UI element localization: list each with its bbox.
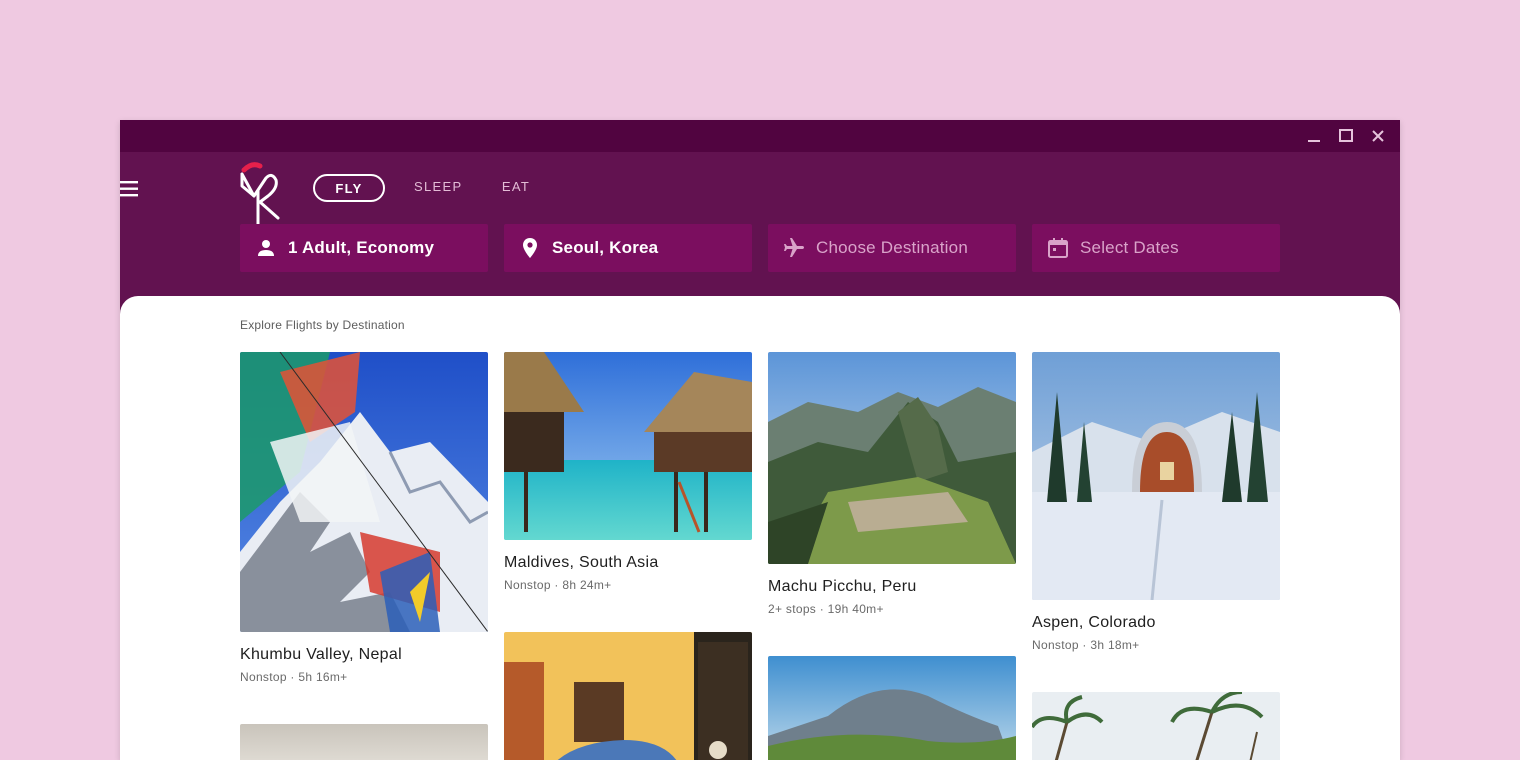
mode-tabs: FLY SLEEP EAT [313,174,531,202]
location-pin-icon [518,236,542,260]
travelers-field[interactable]: 1 Adult, Economy [240,224,488,272]
person-icon [254,236,278,260]
destination-image [768,352,1016,564]
tab-eat[interactable]: EAT [501,174,531,202]
destination-image [1032,352,1280,600]
destination-image [240,724,488,760]
minimize-icon[interactable] [1304,126,1324,146]
destination-placeholder: Choose Destination [816,238,968,257]
destination-card-partial[interactable] [240,724,488,760]
destination-meta: Nonstop · 5h 16m+ [240,670,348,684]
section-title: Explore Flights by Destination [240,318,405,332]
origin-value: Seoul, Korea [552,238,659,257]
destination-field[interactable]: Choose Destination [768,224,1016,272]
dates-placeholder: Select Dates [1080,238,1179,257]
destination-image [504,632,752,760]
calendar-icon [1046,236,1070,260]
destination-image [504,352,752,540]
destination-card-maldives[interactable]: Maldives, South Asia Nonstop · 8h 24m+ [504,352,752,600]
tab-fly[interactable]: FLY [313,174,385,202]
destination-meta: Nonstop · 8h 24m+ [504,578,612,592]
app-window: FLY SLEEP EAT 1 Adult, Economy Seoul, Ko… [120,120,1400,760]
destination-card-partial[interactable] [504,632,752,760]
content-sheet: Explore Flights by Destination Khumbu Va… [120,296,1400,760]
bird-logo-icon[interactable] [238,162,282,224]
destination-image [240,352,488,632]
destination-name: Aspen, Colorado [1032,614,1156,631]
destination-card-nepal[interactable]: Khumbu Valley, Nepal Nonstop · 5h 16m+ [240,352,488,692]
destination-card-partial[interactable] [768,656,1016,760]
destination-image [768,656,1016,760]
maximize-icon[interactable] [1336,126,1356,146]
title-bar [120,120,1400,152]
destination-image [1032,692,1280,760]
destination-card-aspen[interactable]: Aspen, Colorado Nonstop · 3h 18m+ [1032,352,1280,660]
destination-name: Machu Picchu, Peru [768,578,917,595]
airplane-icon [782,236,806,260]
travelers-value: 1 Adult, Economy [288,238,435,257]
destination-name: Maldives, South Asia [504,554,659,571]
origin-field[interactable]: Seoul, Korea [504,224,752,272]
hamburger-menu-icon[interactable] [120,178,142,200]
destination-card-partial[interactable] [1032,692,1280,760]
destination-meta: Nonstop · 3h 18m+ [1032,638,1140,652]
destination-card-machu-picchu[interactable]: Machu Picchu, Peru 2+ stops · 19h 40m+ [768,352,1016,624]
dates-field[interactable]: Select Dates [1032,224,1280,272]
destination-name: Khumbu Valley, Nepal [240,646,402,663]
close-icon[interactable] [1368,126,1388,146]
destination-meta: 2+ stops · 19h 40m+ [768,602,884,616]
tab-sleep[interactable]: SLEEP [414,174,461,202]
